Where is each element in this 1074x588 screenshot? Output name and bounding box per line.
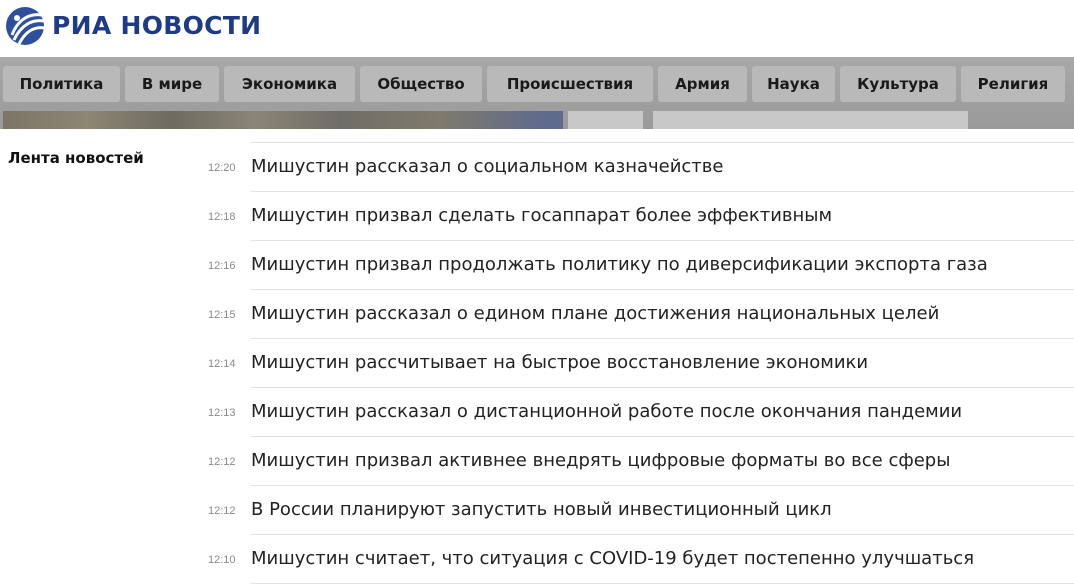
main-nav: Политика В мире Экономика Общество Проис… xyxy=(0,66,1065,102)
logo-text: РИА НОВОСТИ xyxy=(52,11,262,40)
feed-item-headline[interactable]: В России планируют запустить новый инвес… xyxy=(251,486,1074,535)
nav-item-economy[interactable]: Экономика xyxy=(224,66,355,102)
feed-item-headline[interactable]: Мишустин призвал сделать госаппарат боле… xyxy=(251,192,1074,241)
feed-item-time: 12:12 xyxy=(208,505,236,517)
feed-title[interactable]: Лента новостей xyxy=(8,149,144,167)
top-news-card[interactable] xyxy=(568,111,643,129)
news-feed: 12:20 Мишустин рассказал о социальном ка… xyxy=(205,143,1074,584)
feed-item-time: 12:14 xyxy=(208,358,236,370)
nav-band: Политика В мире Экономика Общество Проис… xyxy=(0,57,1074,129)
nav-item-incidents[interactable]: Происшествия xyxy=(487,66,653,102)
feed-item-headline[interactable]: Мишустин рассчитывает на быстрое восстан… xyxy=(251,339,1074,388)
feed-item-headline[interactable]: Мишустин призвал активнее внедрять цифро… xyxy=(251,437,1074,486)
feed-item-time: 12:10 xyxy=(208,554,236,566)
feed-item-headline[interactable]: Мишустин считает, что ситуация с COVID-1… xyxy=(251,535,1074,584)
top-news-card[interactable] xyxy=(653,111,968,129)
nav-item-army[interactable]: Армия xyxy=(658,66,747,102)
feed-item[interactable]: 12:13 Мишустин рассказал о дистанционной… xyxy=(205,388,1074,437)
feed-item-time: 12:16 xyxy=(208,260,236,272)
feed-item[interactable]: 12:10 Мишустин считает, что ситуация с C… xyxy=(205,535,1074,584)
feed-item-headline[interactable]: Мишустин призвал продолжать политику по … xyxy=(251,241,1074,290)
feed-item-time: 12:18 xyxy=(208,211,236,223)
nav-item-politics[interactable]: Политика xyxy=(3,66,120,102)
feed-item[interactable]: 12:16 Мишустин призвал продолжать полити… xyxy=(205,241,1074,290)
feed-item-time: 12:20 xyxy=(208,162,236,174)
ria-globe-icon xyxy=(6,7,46,45)
feed-item[interactable]: 12:12 Мишустин призвал активнее внедрять… xyxy=(205,437,1074,486)
nav-item-world[interactable]: В мире xyxy=(125,66,219,102)
feed-item[interactable]: 12:20 Мишустин рассказал о социальном ка… xyxy=(205,143,1074,192)
feed-item[interactable]: 12:12 В России планируют запустить новый… xyxy=(205,486,1074,535)
nav-item-science[interactable]: Наука xyxy=(752,66,835,102)
feed-item-headline[interactable]: Мишустин рассказал о социальном казначей… xyxy=(251,143,1074,192)
feed-item[interactable]: 12:14 Мишустин рассчитывает на быстрое в… xyxy=(205,339,1074,388)
feed-item-time: 12:15 xyxy=(208,309,236,321)
nav-item-society[interactable]: Общество xyxy=(360,66,482,102)
feed-item[interactable]: 12:15 Мишустин рассказал о едином плане … xyxy=(205,290,1074,339)
feed-item[interactable]: 12:18 Мишустин призвал сделать госаппара… xyxy=(205,192,1074,241)
feed-item-time: 12:13 xyxy=(208,407,236,419)
feed-item-headline[interactable]: Мишустин рассказал о едином плане достиж… xyxy=(251,290,1074,339)
top-news-image[interactable] xyxy=(3,111,563,129)
feed-item-headline[interactable]: Мишустин рассказал о дистанционной работ… xyxy=(251,388,1074,437)
feed-item-time: 12:12 xyxy=(208,456,236,468)
site-logo[interactable]: РИА НОВОСТИ xyxy=(4,5,261,47)
site-header: РИА НОВОСТИ xyxy=(0,0,1074,57)
nav-item-religion[interactable]: Религия xyxy=(961,66,1065,102)
nav-item-culture[interactable]: Культура xyxy=(840,66,956,102)
